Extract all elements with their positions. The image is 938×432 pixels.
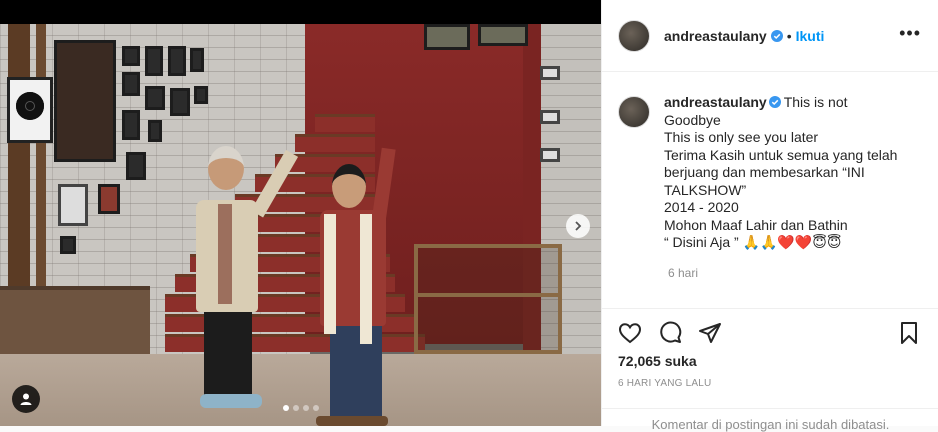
paper-plane-icon[interactable] (698, 321, 722, 345)
wall-frame (540, 110, 560, 124)
caption: andreastaulany This is not Goodbye This i… (664, 94, 914, 252)
person-legs (204, 306, 252, 398)
follow-button[interactable]: Ikuti (796, 28, 825, 44)
comment-bubble-icon[interactable] (658, 321, 682, 345)
more-options-button[interactable]: ••• (899, 24, 921, 42)
wall-frame (58, 184, 88, 226)
wall-frame (122, 110, 140, 140)
carousel-indicator (283, 405, 319, 411)
caption-timestamp: 6 hari (668, 265, 699, 280)
post-media[interactable] (0, 0, 601, 426)
wall-frame (122, 72, 140, 96)
person-shoes (316, 416, 388, 426)
post-details-panel: andreastaulany • Ikuti ••• andreastaulan… (601, 0, 938, 432)
wall-frame (194, 86, 208, 104)
wall-frame (126, 152, 146, 180)
author-avatar[interactable] (618, 96, 650, 128)
tagged-users-button[interactable] (12, 385, 40, 413)
carousel-dot-active (283, 405, 289, 411)
wall-frame (60, 236, 76, 254)
wooden-shelf (414, 244, 562, 354)
wall-frame (540, 148, 560, 162)
header-separator: • (786, 27, 792, 44)
wall-frame (148, 120, 162, 142)
carousel-dot (293, 405, 299, 411)
person-head (332, 164, 366, 208)
wall-frame (168, 46, 186, 76)
stage-floor (0, 354, 601, 426)
wall-frame (540, 66, 560, 80)
wall-frame (98, 184, 120, 214)
wall-frame (145, 86, 165, 110)
post-actions: 72,065 suka 6 HARI YANG LALU Komentar di… (602, 308, 938, 432)
bookmark-icon (901, 322, 917, 344)
author-avatar[interactable] (618, 19, 650, 52)
user-tag-icon (20, 393, 32, 405)
save-button[interactable] (897, 321, 921, 348)
person-legs (330, 320, 382, 420)
post-date[interactable]: 6 HARI YANG LALU (618, 378, 711, 389)
heart-icon[interactable] (618, 321, 642, 345)
caption-username[interactable]: andreastaulany (664, 94, 767, 110)
wall-frame (145, 46, 163, 76)
stair-step (295, 134, 375, 152)
caption-row: andreastaulany This is not Goodbye This i… (618, 94, 923, 252)
wall-frame (190, 48, 204, 72)
post-photo (0, 24, 601, 426)
wooden-cabinet (0, 286, 150, 361)
instagram-post-view: andreastaulany • Ikuti ••• andreastaulan… (0, 0, 938, 432)
person-scarf (324, 214, 336, 334)
framed-portrait (54, 40, 116, 162)
action-icons (618, 321, 722, 345)
person-scarf (360, 214, 372, 344)
post-header: andreastaulany • Ikuti ••• (602, 0, 938, 72)
comments-disabled-notice: Komentar di postingan ini sudah dibatasi… (602, 408, 938, 432)
author-username[interactable]: andreastaulany (664, 28, 767, 44)
wall-frame (478, 24, 528, 46)
verified-badge-icon (770, 29, 783, 42)
person-scarf (218, 204, 232, 304)
like-count[interactable]: 72,065 suka (618, 353, 697, 369)
stair-step (315, 114, 375, 132)
carousel-next-button[interactable] (566, 214, 590, 238)
framed-vinyl-record (7, 77, 53, 143)
wall-frame (122, 46, 140, 66)
media-top-bar (0, 0, 601, 24)
chevron-right-icon (575, 221, 582, 231)
caption-text: This is not Goodbye This is only see you… (664, 94, 898, 250)
wall-frame (170, 88, 190, 116)
carousel-dot (313, 405, 319, 411)
wall-frame (424, 24, 470, 50)
verified-badge-icon (768, 96, 781, 108)
carousel-dot (303, 405, 309, 411)
person-head (208, 146, 244, 190)
caption-section: andreastaulany This is not Goodbye This i… (602, 72, 938, 308)
person-shoes (200, 394, 262, 408)
